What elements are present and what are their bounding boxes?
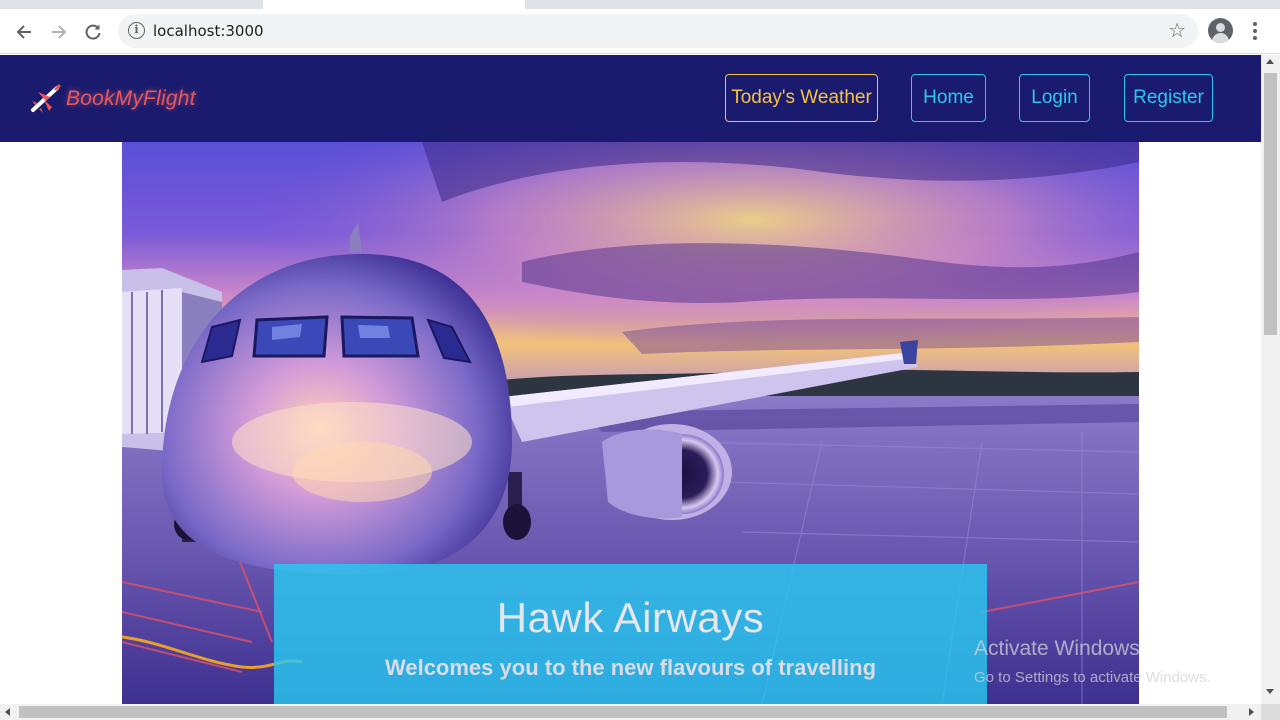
more-vertical-icon[interactable]	[1247, 18, 1263, 44]
welcome-banner: Hawk Airways Welcomes you to the new fla…	[274, 564, 987, 704]
home-button[interactable]: Home	[911, 74, 986, 122]
login-button[interactable]: Login	[1019, 74, 1090, 122]
hero-title: Hawk Airways	[496, 594, 765, 641]
vertical-scrollbar[interactable]	[1261, 55, 1280, 704]
profile-head	[1216, 23, 1225, 32]
site-info-icon[interactable]: i	[128, 22, 145, 39]
airplane-icon	[31, 84, 61, 113]
menu-dot	[1253, 29, 1257, 33]
profile-shoulders	[1212, 33, 1229, 43]
page-viewport: BookMyFlight Today's Weather Home Login …	[0, 55, 1261, 704]
horizontal-scrollbar[interactable]	[0, 704, 1261, 720]
todays-weather-button[interactable]: Today's Weather	[725, 74, 878, 122]
profile-icon[interactable]	[1208, 18, 1233, 43]
url-text[interactable]: localhost:3000	[153, 22, 264, 40]
windows-activation-watermark: Activate Windows Go to Settings to activ…	[974, 637, 1254, 686]
address-bar[interactable]: i localhost:3000 ☆	[118, 14, 1198, 48]
brand-name[interactable]: BookMyFlight	[66, 87, 196, 111]
scrollbar-corner	[1261, 704, 1280, 720]
scroll-right-arrow-icon[interactable]	[1249, 708, 1254, 716]
menu-dot	[1253, 36, 1257, 40]
vertical-scroll-thumb[interactable]	[1264, 73, 1277, 335]
browser-toolbar: i localhost:3000 ☆	[0, 9, 1280, 54]
menu-dot	[1253, 22, 1257, 26]
register-button[interactable]: Register	[1124, 74, 1213, 122]
site-navbar: BookMyFlight Today's Weather Home Login …	[0, 55, 1261, 142]
brand-logo[interactable]: BookMyFlight	[30, 83, 196, 115]
horizontal-scroll-thumb[interactable]	[19, 706, 1227, 718]
browser-tab-strip	[0, 0, 1280, 9]
scroll-left-arrow-icon[interactable]	[5, 708, 10, 716]
watermark-title: Activate Windows	[974, 637, 1140, 660]
forward-arrow-icon[interactable]	[46, 19, 72, 45]
active-browser-tab[interactable]	[263, 0, 525, 9]
reload-icon[interactable]	[80, 19, 106, 45]
bookmark-star-icon[interactable]: ☆	[1168, 18, 1186, 43]
watermark-subtitle: Go to Settings to activate Windows.	[974, 669, 1211, 686]
scroll-up-arrow-icon[interactable]	[1266, 59, 1274, 64]
scroll-down-arrow-icon[interactable]	[1266, 689, 1274, 694]
hero-subtitle: Welcomes you to the new flavours of trav…	[384, 655, 877, 680]
back-arrow-icon[interactable]	[11, 19, 37, 45]
